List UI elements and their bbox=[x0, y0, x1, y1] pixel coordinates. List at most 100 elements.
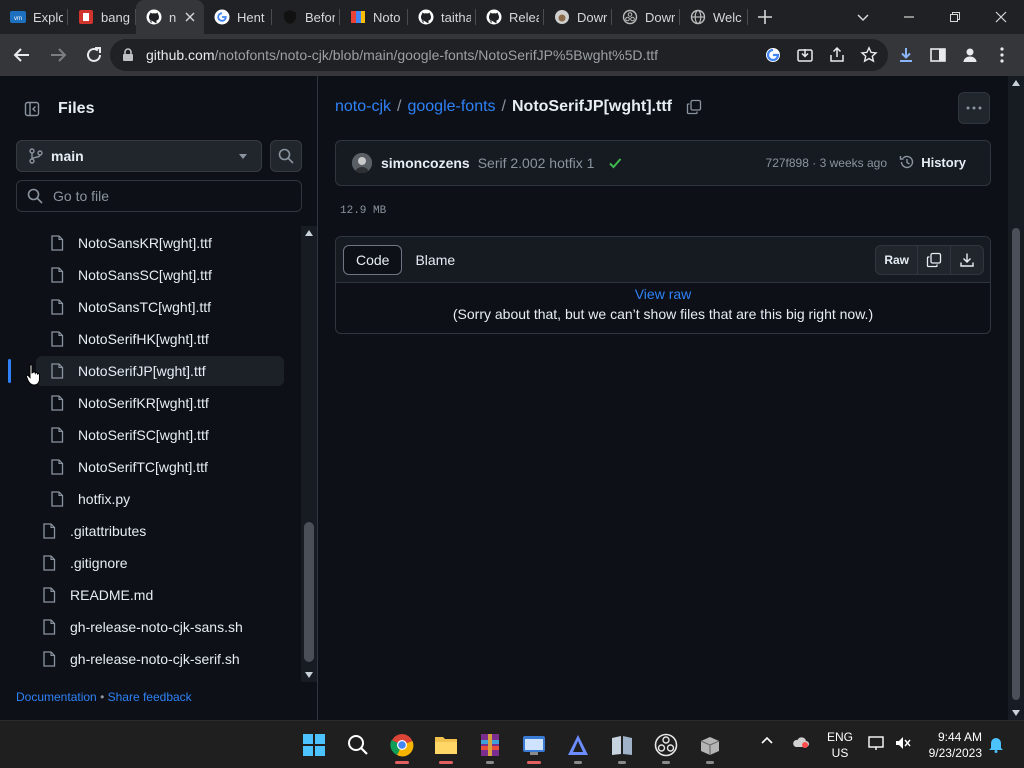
copy-raw-icon[interactable] bbox=[917, 246, 950, 274]
onedrive-icon[interactable] bbox=[792, 735, 810, 749]
more-options-button[interactable] bbox=[958, 92, 990, 124]
browser-tab[interactable]: Relea bbox=[476, 0, 544, 34]
package-app-icon[interactable] bbox=[694, 729, 726, 764]
browser-tab[interactable]: Dowr bbox=[612, 0, 680, 34]
scroll-up-arrow-icon[interactable] bbox=[305, 230, 313, 236]
breadcrumb-repo-link[interactable]: noto-cjk bbox=[335, 98, 391, 116]
tab-title: bang bbox=[101, 9, 130, 25]
sidebar-scrollbar[interactable] bbox=[301, 226, 317, 682]
download-icon[interactable] bbox=[950, 246, 983, 274]
file-tree-item[interactable]: NotoSerifJP[wght].ttf bbox=[36, 356, 284, 386]
app-window-icon[interactable] bbox=[518, 729, 550, 764]
file-tree-item-label: NotoSerifSC[wght].ttf bbox=[78, 427, 209, 443]
obs-icon[interactable] bbox=[650, 729, 682, 764]
scroll-down-arrow-icon[interactable] bbox=[1012, 710, 1020, 716]
network-icon[interactable] bbox=[868, 735, 886, 751]
file-viewer-header: Code Blame Raw bbox=[336, 237, 990, 283]
check-icon[interactable] bbox=[608, 156, 622, 170]
branch-selector[interactable]: main bbox=[16, 140, 262, 172]
restore-icon[interactable] bbox=[932, 0, 978, 34]
page-scrollbar[interactable] bbox=[1008, 76, 1024, 720]
browser-tab[interactable]: Hent bbox=[204, 0, 272, 34]
commit-hash-link[interactable]: 727f898 bbox=[766, 156, 809, 170]
file-tree-item[interactable]: NotoSansKR[wght].ttf bbox=[50, 228, 212, 258]
google-lens-icon[interactable] bbox=[764, 46, 782, 64]
forward-icon[interactable] bbox=[42, 39, 74, 71]
commit-author-link[interactable]: simoncozens bbox=[381, 155, 470, 171]
raw-button[interactable]: Raw bbox=[876, 246, 917, 274]
scroll-down-arrow-icon[interactable] bbox=[305, 672, 313, 678]
bookmark-star-icon[interactable] bbox=[860, 46, 878, 64]
browser-tab[interactable]: vm Explo bbox=[0, 0, 68, 34]
file-tree-item[interactable]: gh-release-noto-cjk-serif.sh bbox=[42, 644, 240, 674]
breadcrumb-folder-link[interactable]: google-fonts bbox=[407, 98, 495, 116]
downloads-icon[interactable] bbox=[894, 39, 918, 71]
volume-muted-icon[interactable] bbox=[894, 735, 912, 751]
address-bar[interactable]: github.com/notofonts/noto-cjk/blob/main/… bbox=[110, 39, 888, 71]
search-icon[interactable] bbox=[270, 140, 302, 172]
file-tree-item[interactable]: NotoSerifSC[wght].ttf bbox=[50, 420, 209, 450]
scrollbar-thumb[interactable] bbox=[304, 522, 314, 662]
scroll-up-arrow-icon[interactable] bbox=[1012, 80, 1020, 86]
winrar-icon[interactable] bbox=[474, 729, 506, 764]
browser-tab[interactable]: Befor bbox=[272, 0, 340, 34]
file-tree-item[interactable]: NotoSansTC[wght].ttf bbox=[50, 292, 211, 322]
browser-tab[interactable]: Dowr bbox=[544, 0, 612, 34]
start-menu-icon[interactable] bbox=[298, 729, 330, 761]
go-to-file-input[interactable] bbox=[53, 188, 293, 204]
share-feedback-link[interactable]: Share feedback bbox=[108, 690, 192, 704]
browser-tab[interactable]: Noto bbox=[340, 0, 408, 34]
collapse-sidebar-icon[interactable] bbox=[16, 94, 48, 124]
browser-tab-active[interactable]: n bbox=[136, 0, 204, 34]
history-button[interactable]: History bbox=[899, 154, 966, 170]
install-app-icon[interactable] bbox=[796, 46, 814, 64]
view-raw-link[interactable]: View raw bbox=[336, 286, 990, 302]
commit-message-link[interactable]: Serif 2.002 hotfix 1 bbox=[478, 155, 595, 171]
minimize-icon[interactable] bbox=[886, 0, 932, 34]
file-tree-item[interactable]: gh-release-noto-cjk-sans.sh bbox=[42, 612, 243, 642]
chevron-down-icon bbox=[239, 154, 247, 159]
new-tab-icon[interactable] bbox=[748, 0, 782, 34]
browser-tab[interactable]: bang bbox=[68, 0, 136, 34]
copy-path-icon[interactable] bbox=[686, 99, 702, 115]
documentation-link[interactable]: Documentation bbox=[16, 690, 97, 704]
file-tree-item[interactable]: NotoSerifKR[wght].ttf bbox=[50, 388, 209, 418]
profile-icon[interactable] bbox=[958, 39, 982, 71]
back-icon[interactable] bbox=[6, 39, 38, 71]
file-tree-item[interactable]: .gitattributes bbox=[42, 516, 146, 546]
side-panel-icon[interactable] bbox=[926, 39, 950, 71]
file-tree-item[interactable]: .gitignore bbox=[42, 548, 128, 578]
book-app-icon[interactable] bbox=[606, 729, 638, 764]
tab-code[interactable]: Code bbox=[343, 245, 403, 275]
chrome-taskbar-icon[interactable] bbox=[386, 729, 418, 764]
tab-blame[interactable]: Blame bbox=[402, 245, 468, 275]
search-icon[interactable] bbox=[342, 729, 374, 761]
avatar[interactable] bbox=[352, 153, 372, 173]
file-icon bbox=[42, 555, 58, 571]
reload-icon[interactable] bbox=[78, 39, 110, 71]
go-to-file-field[interactable] bbox=[16, 180, 302, 212]
notification-bell-icon[interactable] bbox=[988, 735, 1004, 753]
file-tree-item[interactable]: NotoSerifTC[wght].ttf bbox=[50, 452, 208, 482]
system-clock[interactable]: 9:44 AM 9/23/2023 bbox=[920, 729, 982, 761]
file-tree-item-label: NotoSansSC[wght].ttf bbox=[78, 267, 212, 283]
browser-menu-icon[interactable] bbox=[990, 39, 1014, 71]
tab-search-icon[interactable] bbox=[840, 0, 886, 34]
share-icon[interactable] bbox=[828, 46, 846, 64]
tab-title: Welc bbox=[713, 9, 742, 25]
close-window-icon[interactable] bbox=[978, 0, 1024, 34]
file-tree-item[interactable]: hotfix.py bbox=[50, 484, 130, 514]
scrollbar-thumb[interactable] bbox=[1012, 228, 1020, 700]
browser-tab[interactable]: taitha bbox=[408, 0, 476, 34]
close-tab-icon[interactable] bbox=[182, 9, 198, 25]
input-language[interactable]: ENG US bbox=[826, 729, 854, 761]
file-tree-item[interactable]: NotoSansSC[wght].ttf bbox=[50, 260, 212, 290]
file-tree-item[interactable]: NotoSerifHK[wght].ttf bbox=[50, 324, 209, 354]
language-code: ENG bbox=[826, 730, 853, 744]
branch-name: main bbox=[51, 148, 84, 164]
file-explorer-icon[interactable] bbox=[430, 729, 462, 764]
file-tree-item[interactable]: README.md bbox=[42, 580, 153, 610]
browser-tab[interactable]: Welc bbox=[680, 0, 748, 34]
vector-app-icon[interactable] bbox=[562, 729, 594, 764]
show-hidden-icons-icon[interactable] bbox=[760, 735, 774, 745]
